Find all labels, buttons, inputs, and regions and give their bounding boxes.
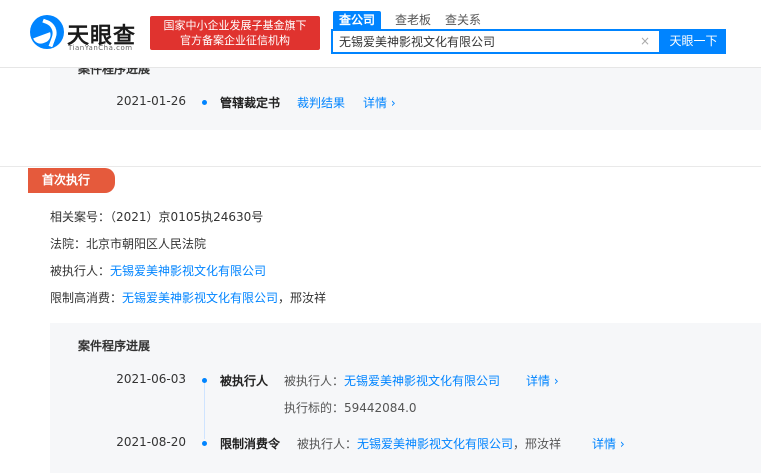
search-box: ×	[331, 29, 661, 54]
banner-line-2: 官方备案企业征信机构	[180, 34, 290, 47]
executed-party-label: 被执行人：	[50, 264, 111, 278]
progress-date: 2021-08-20	[116, 435, 186, 449]
executed-party-label: 被执行人：	[297, 437, 358, 451]
execution-amount: 执行标的：59442084.0	[284, 401, 417, 415]
progress-date: 2021-01-26	[116, 94, 186, 108]
court-line: 法院：北京市朝阳区人民法院	[50, 235, 206, 252]
restrict-label: 限制高消费：	[50, 291, 123, 305]
restrict-person: ，邢汝祥	[278, 291, 327, 305]
court-value: 北京市朝阳区人民法院	[86, 237, 207, 251]
progress-type: 限制消费令	[220, 437, 281, 451]
chevron-right-icon: ›	[616, 437, 625, 451]
executed-party-line: 被执行人：无锡爱美神影视文化有限公司	[50, 262, 266, 279]
details-label: 详情	[526, 374, 551, 388]
progress-detail: 被执行人：无锡爱美神影视文化有限公司	[284, 372, 500, 389]
section-tag-first-execution: 首次执行	[28, 168, 115, 193]
top-header: 天眼查 TianYanCha.com 国家中小企业发展子基金旗下 官方备案企业征…	[0, 0, 761, 68]
section-divider	[0, 166, 761, 167]
executed-party-link[interactable]: 无锡爱美神影视文化有限公司	[344, 374, 500, 388]
timeline-dot	[202, 378, 207, 383]
chevron-right-icon: ›	[387, 96, 396, 110]
judgment-result-link[interactable]: 裁判结果	[297, 94, 345, 111]
logo-subtitle: TianYanCha.com	[68, 44, 133, 52]
executed-party-link[interactable]: 无锡爱美神影视文化有限公司	[357, 437, 513, 451]
tab-search-boss[interactable]: 查老板	[395, 11, 431, 29]
timeline-line	[204, 379, 205, 439]
search-button[interactable]: 天眼一下	[661, 29, 726, 54]
executed-party-link[interactable]: 无锡爱美神影视文化有限公司	[110, 264, 266, 278]
restrict-company-link[interactable]: 无锡爱美神影视文化有限公司	[122, 291, 278, 305]
tab-search-relation[interactable]: 查关系	[445, 11, 481, 29]
case-number-value: （2021）京0105执24630号	[110, 210, 264, 224]
executed-party-label: 被执行人：	[284, 374, 345, 388]
official-banner: 国家中小企业发展子基金旗下 官方备案企业征信机构	[150, 16, 320, 50]
site-logo[interactable]: 天眼查 TianYanCha.com	[30, 15, 140, 55]
details-link[interactable]: 详情 ›	[363, 94, 396, 111]
details-link[interactable]: 详情 ›	[592, 435, 625, 452]
progress-type: 被执行人	[220, 374, 269, 388]
clear-icon[interactable]: ×	[639, 34, 651, 48]
court-label: 法院：	[50, 237, 87, 251]
details-link[interactable]: 详情 ›	[526, 372, 559, 389]
timeline-dot	[202, 100, 207, 105]
progress-date: 2021-06-03	[116, 372, 186, 386]
progress-type: 管辖裁定书	[220, 96, 281, 110]
timeline-dot	[202, 441, 207, 446]
progress-detail: 被执行人：无锡爱美神影视文化有限公司，邢汝祥	[297, 435, 561, 452]
logo-eye-icon	[30, 15, 64, 49]
details-label: 详情	[363, 96, 388, 110]
case-number-line: 相关案号：（2021）京0105执24630号	[50, 208, 263, 225]
details-label: 详情	[592, 437, 617, 451]
banner-line-1: 国家中小企业发展子基金旗下	[163, 19, 307, 32]
case-number-label: 相关案号：	[50, 210, 111, 224]
panel-title: 案件程序进展	[78, 339, 151, 353]
tab-search-company[interactable]: 查公司	[333, 11, 382, 29]
restricted-person: ，邢汝祥	[513, 437, 562, 451]
restrict-consumption-line: 限制高消费：无锡爱美神影视文化有限公司，邢汝祥	[50, 289, 326, 306]
search-tabs: 查公司 查老板 查关系	[333, 11, 495, 29]
chevron-right-icon: ›	[550, 374, 559, 388]
case-progress-panel-top: 案件程序进展 2021-01-26 管辖裁定书 裁判结果 详情 ›	[50, 58, 761, 130]
case-progress-panel: 案件程序进展 2021-06-03 被执行人 被执行人：无锡爱美神影视文化有限公…	[50, 323, 761, 473]
search-input[interactable]	[333, 31, 633, 52]
